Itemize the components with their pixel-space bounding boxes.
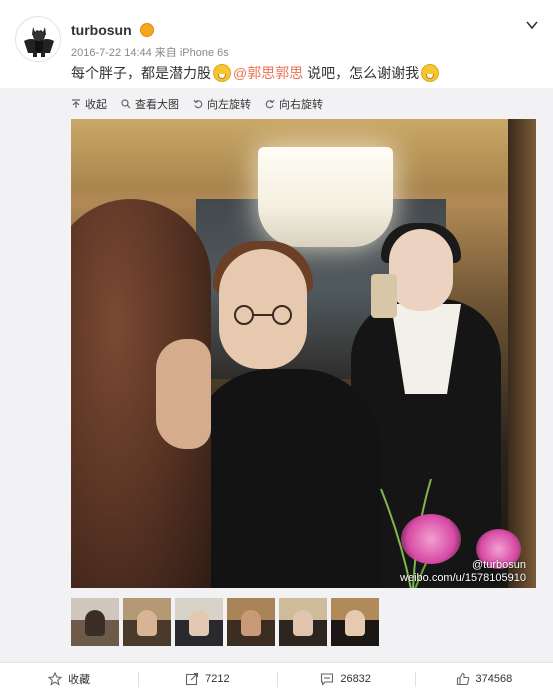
view-large-button[interactable]: 查看大图 <box>121 96 179 112</box>
smile-emoji-icon <box>421 64 440 82</box>
watermark-user: @turbosun <box>472 559 526 571</box>
thumbnail-1[interactable] <box>71 598 119 646</box>
post-text: 每个胖子，都是潜力股 @郭思郭思 说吧，怎么谢谢我 <box>71 63 441 83</box>
comment-icon <box>321 673 334 686</box>
search-icon <box>121 99 131 109</box>
photo-glasses <box>234 305 292 325</box>
post-timestamp[interactable]: 2016-7-22 14:44 <box>71 47 152 59</box>
photo-person-middle <box>191 369 381 588</box>
photo-face-right <box>389 229 453 311</box>
post-meta: 2016-7-22 14:44 来自 iPhone 6s <box>71 44 229 60</box>
weibo-post-card: turbosun 2016-7-22 14:44 来自 iPhone 6s 每个… <box>0 0 553 695</box>
favorite-button[interactable]: 收藏 <box>0 663 138 695</box>
rotate-left-button[interactable]: 向左旋转 <box>193 96 251 112</box>
rotate-left-icon <box>193 99 203 109</box>
comment-count: 26832 <box>340 673 371 685</box>
media-toolbar: 收起 查看大图 向左旋转 向右旋转 <box>71 96 323 112</box>
repost-button[interactable]: 7212 <box>138 663 276 695</box>
thumbnail-3[interactable] <box>175 598 223 646</box>
photo-face-left <box>156 339 211 449</box>
post-text-before: 每个胖子，都是潜力股 <box>71 65 211 81</box>
rotate-left-label: 向左旋转 <box>207 99 251 111</box>
photo-watermark: @turbosun weibo.com/u/1578105910 <box>376 559 526 585</box>
thumbnail-5[interactable] <box>279 598 327 646</box>
user-mention-link[interactable]: @郭思郭思 <box>233 65 303 81</box>
view-large-label: 查看大图 <box>135 99 179 111</box>
action-bar: 收藏 7212 26832 374568 <box>0 662 553 695</box>
rotate-right-button[interactable]: 向右旋转 <box>265 96 323 112</box>
post-text-after: 说吧，怎么谢谢我 <box>307 65 420 81</box>
watermark-url: weibo.com/u/1578105910 <box>400 572 526 584</box>
like-count: 374568 <box>475 673 513 685</box>
photo-mirror-frame <box>508 119 536 588</box>
chevron-down-icon[interactable] <box>525 18 539 32</box>
thumbnail-4[interactable] <box>227 598 275 646</box>
collapse-label: 收起 <box>85 99 107 111</box>
thumbnail-strip <box>71 598 379 646</box>
rotate-right-label: 向右旋转 <box>279 99 323 111</box>
comment-button[interactable]: 26832 <box>276 663 415 695</box>
photo-phone <box>371 274 397 318</box>
photo-flower <box>401 514 461 564</box>
like-button[interactable]: 374568 <box>414 663 553 695</box>
vip-badge-icon <box>140 23 154 37</box>
thumbnail-6-active[interactable] <box>331 598 379 646</box>
username[interactable]: turbosun <box>71 22 132 38</box>
post-photo[interactable]: @turbosun weibo.com/u/1578105910 <box>71 119 536 588</box>
thumbs-up-icon <box>456 672 469 686</box>
collapse-button[interactable]: 收起 <box>71 96 107 112</box>
collapse-icon <box>72 99 80 108</box>
batman-figure-icon <box>16 17 60 61</box>
star-icon <box>48 672 63 686</box>
photo-chandelier <box>258 147 393 247</box>
favorite-label: 收藏 <box>68 674 91 686</box>
thumbnail-2[interactable] <box>123 598 171 646</box>
rotate-right-icon <box>265 99 275 109</box>
post-source: 来自 iPhone 6s <box>154 47 229 59</box>
repost-icon <box>186 672 199 686</box>
user-avatar[interactable] <box>15 16 61 62</box>
repost-count: 7212 <box>205 673 230 685</box>
grin-emoji-icon <box>213 64 231 82</box>
